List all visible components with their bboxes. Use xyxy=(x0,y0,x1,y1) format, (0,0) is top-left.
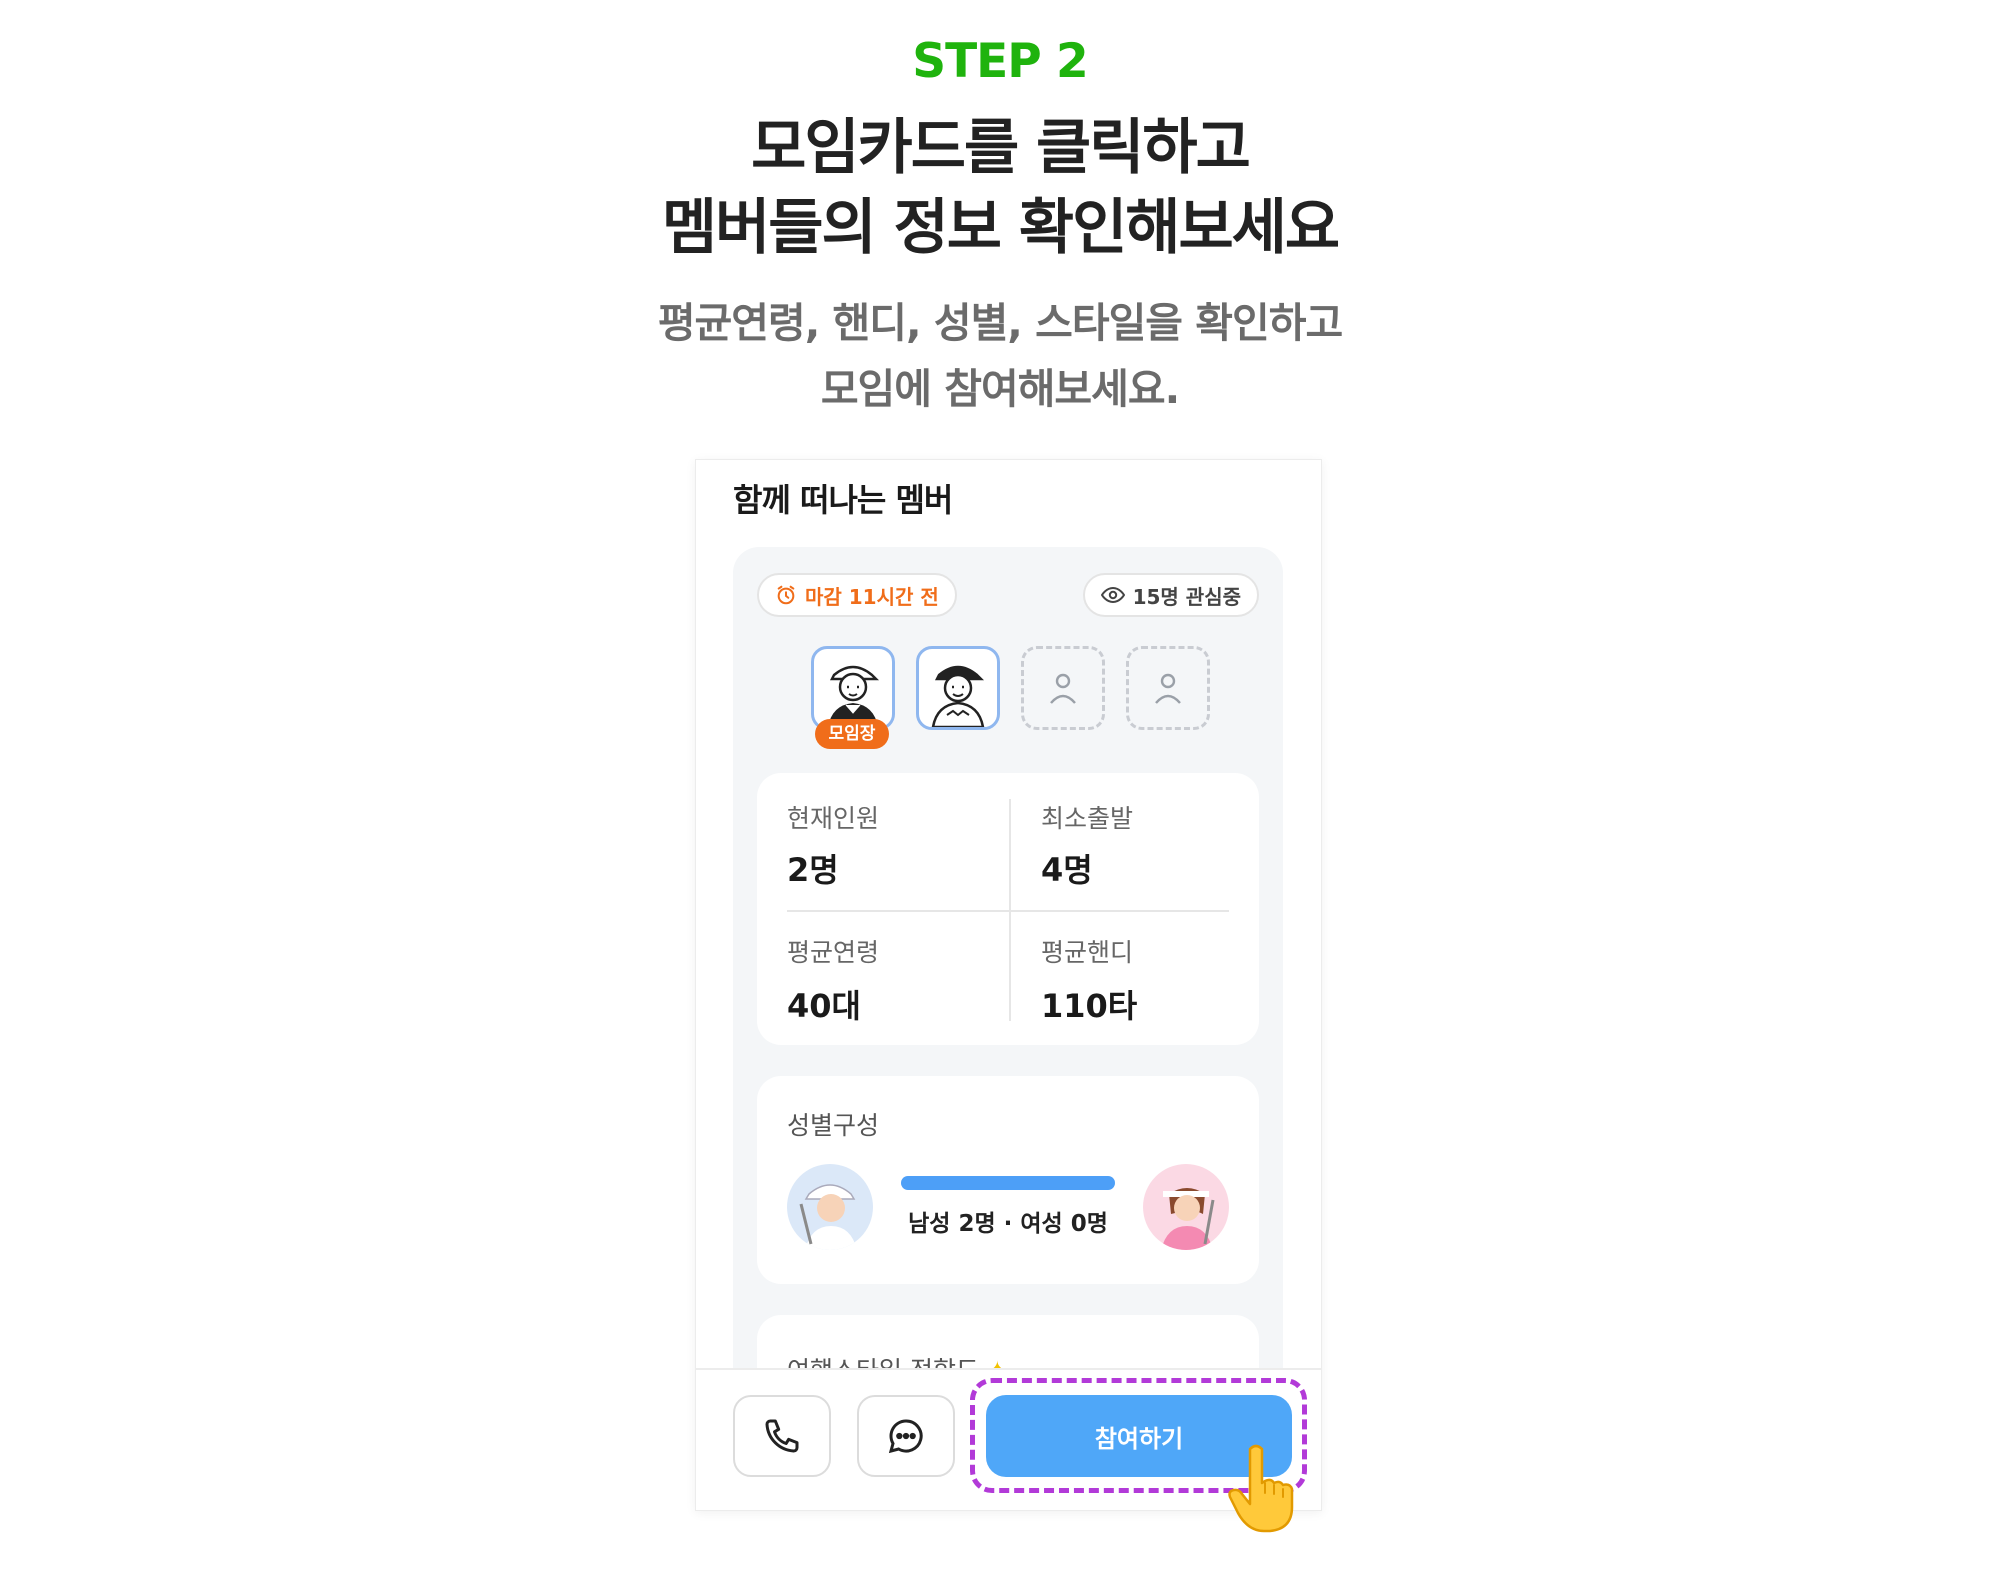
deadline-text: 마감 11시간 전 xyxy=(805,584,939,609)
min-departure-label: 최소출발 xyxy=(1041,804,1134,833)
description-line-1: 평균연령, 핸디, 성별, 스타일을 확인하고 xyxy=(657,299,1343,347)
members-section-title: 함께 떠나는 멤버 xyxy=(733,481,953,519)
headline-line-1: 모임카드를 클릭하고 xyxy=(751,113,1251,183)
min-departure-value: 4명 xyxy=(1041,851,1093,889)
views-text: 15명 관심중 xyxy=(1132,584,1241,609)
chat-button[interactable] xyxy=(857,1395,955,1477)
empty-member-slot[interactable] xyxy=(1126,646,1210,730)
stats-divider-horizontal xyxy=(787,910,1229,912)
description-line-2: 모임에 참여해보세요. xyxy=(820,365,1180,413)
description: 평균연령, 핸디, 성별, 스타일을 확인하고 모임에 참여해보세요. xyxy=(0,290,2000,422)
golfer-avatar-icon xyxy=(828,665,880,727)
gender-summary: 남성 2명 · 여성 0명 xyxy=(908,1211,1108,1237)
average-handicap-value: 110타 xyxy=(1041,987,1138,1025)
average-age-value: 40대 xyxy=(787,987,861,1025)
male-golfer-icon xyxy=(787,1164,873,1250)
person-outline-icon xyxy=(1050,673,1076,704)
current-members-label: 현재인원 xyxy=(787,804,880,833)
views-badge: 15명 관심중 xyxy=(1082,573,1259,617)
meetup-card[interactable]: 마감 11시간 전 15명 관심중 모임장 현재인원 2명 최소출발 4명 평균… xyxy=(733,547,1283,1455)
phone-icon xyxy=(765,1419,799,1453)
empty-member-slot[interactable] xyxy=(1021,646,1105,730)
person-outline-icon xyxy=(1155,673,1181,704)
call-button[interactable] xyxy=(733,1395,831,1477)
headline-line-2: 멤버들의 정보 확인해보세요 xyxy=(661,193,1340,263)
member-avatar[interactable] xyxy=(916,646,1000,730)
deadline-badge: 마감 11시간 전 xyxy=(757,573,957,617)
leader-badge: 모임장 xyxy=(815,719,889,749)
golfer-avatar-icon xyxy=(931,665,985,729)
eye-icon xyxy=(1100,586,1125,604)
gender-title: 성별구성 xyxy=(787,1111,880,1140)
gender-ratio-bar xyxy=(901,1176,1115,1190)
gender-composition-panel: 성별구성 남성 2명 · 여성 0명 xyxy=(757,1076,1259,1284)
chat-bubble-icon xyxy=(888,1419,923,1454)
phone-screen: 함께 떠나는 멤버 마감 11시간 전 15명 관심중 모임장 현재인원 2명 … xyxy=(695,459,1322,1511)
current-members-value: 2명 xyxy=(787,851,839,889)
headline: 모임카드를 클릭하고 멤버들의 정보 확인해보세요 xyxy=(0,108,2000,268)
average-handicap-label: 평균핸디 xyxy=(1041,938,1134,967)
member-avatar-leader[interactable] xyxy=(811,646,895,730)
female-golfer-icon xyxy=(1143,1164,1229,1250)
step-label: STEP 2 xyxy=(912,34,1089,89)
pointing-hand-icon xyxy=(1228,1444,1294,1533)
alarm-clock-icon xyxy=(777,585,795,605)
member-stats-panel: 현재인원 2명 최소출발 4명 평균연령 40대 평균핸디 110타 xyxy=(757,773,1259,1045)
average-age-label: 평균연령 xyxy=(787,938,880,967)
